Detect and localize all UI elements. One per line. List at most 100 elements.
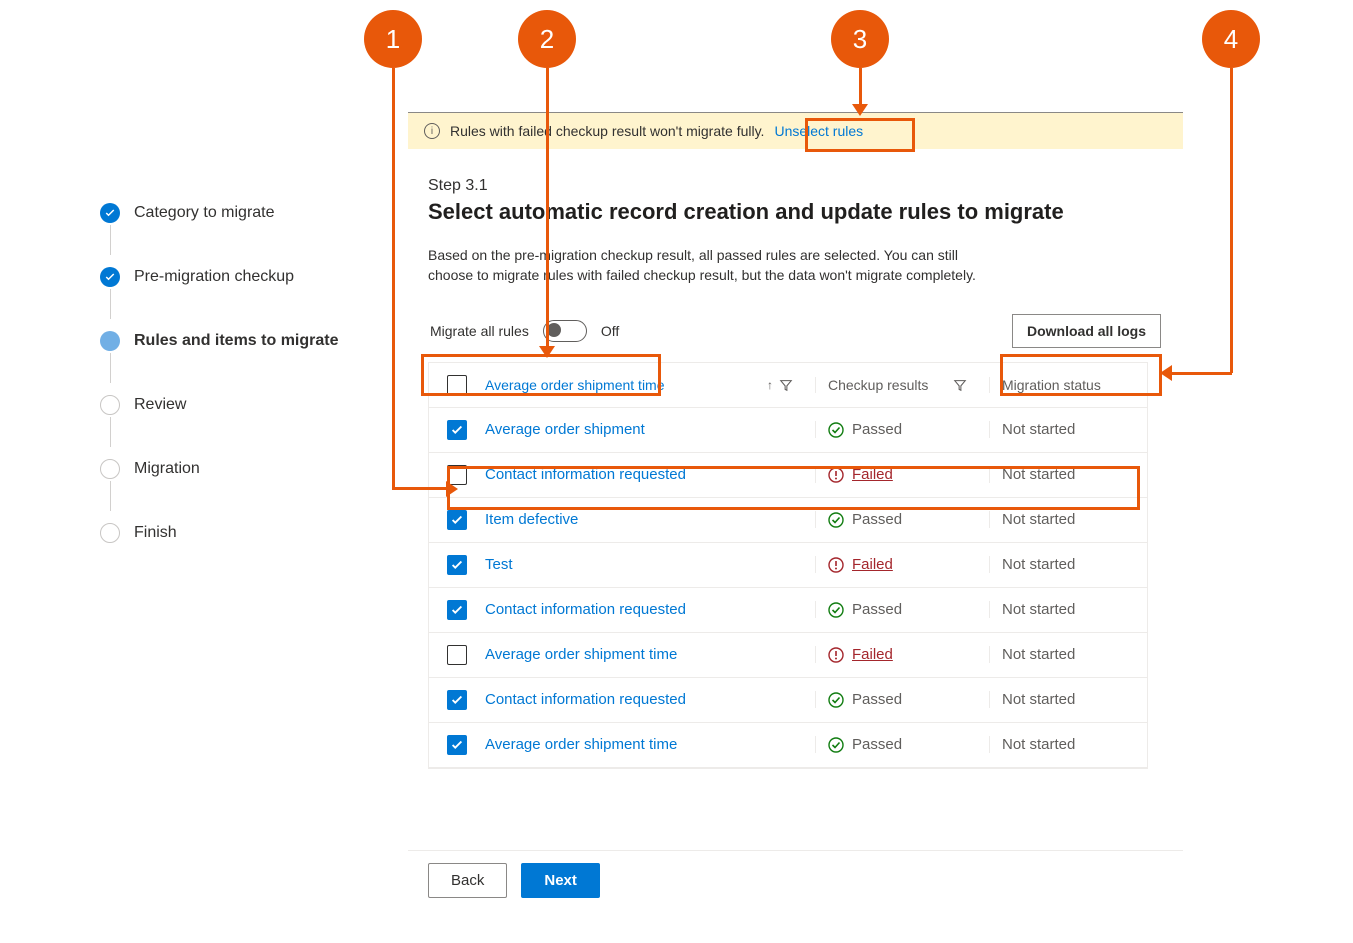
rule-name-link[interactable]: Item defective	[485, 511, 801, 528]
row-checkbox[interactable]	[447, 735, 467, 755]
callout-arrow-4-line	[1230, 68, 1233, 373]
checkup-result[interactable]: Failed	[815, 466, 975, 483]
row-checkbox[interactable]	[447, 690, 467, 710]
callout-1: 1	[364, 10, 422, 68]
column-header-result[interactable]: Checkup results	[815, 377, 975, 393]
download-all-logs-button[interactable]: Download all logs	[1012, 314, 1161, 348]
check-icon	[100, 203, 120, 223]
nav-item-category[interactable]: Category to migrate	[100, 195, 380, 231]
nav-item-review[interactable]: Review	[100, 387, 380, 423]
callout-arrow-1-head	[446, 481, 458, 497]
passed-icon	[828, 737, 844, 753]
table-row[interactable]: Average order shipment Passed Not starte…	[429, 408, 1147, 453]
callout-arrow-3-line	[859, 68, 862, 106]
migration-status: Not started	[989, 601, 1129, 618]
table-row[interactable]: Contact information requested Failed Not…	[429, 453, 1147, 498]
row-checkbox[interactable]	[447, 555, 467, 575]
table-row[interactable]: Average order shipment time Passed Not s…	[429, 723, 1147, 768]
nav-item-migration[interactable]: Migration	[100, 451, 380, 487]
rule-name-link[interactable]: Contact information requested	[485, 466, 801, 483]
pending-step-icon	[100, 523, 120, 543]
nav-label: Pre-migration checkup	[134, 268, 294, 286]
wizard-footer: Back Next	[408, 850, 1183, 910]
rule-name-link[interactable]: Contact information requested	[485, 601, 801, 618]
result-label: Passed	[852, 601, 902, 618]
failed-icon	[828, 557, 844, 573]
back-button[interactable]: Back	[428, 863, 507, 898]
callout-arrow-4-hline	[1172, 372, 1232, 375]
step-label: Step 3.1	[428, 177, 1163, 195]
rules-table: Average order shipment time ↑ Checkup re…	[428, 362, 1148, 769]
table-header: Average order shipment time ↑ Checkup re…	[429, 363, 1147, 408]
result-label: Passed	[852, 736, 902, 753]
column-header-name[interactable]: Average order shipment time ↑	[485, 377, 801, 393]
migration-status: Not started	[989, 646, 1129, 663]
callout-4: 4	[1202, 10, 1260, 68]
select-all-checkbox[interactable]	[447, 375, 467, 395]
row-checkbox-col	[447, 510, 471, 530]
row-checkbox-col	[447, 690, 471, 710]
info-icon: i	[424, 123, 440, 139]
failed-icon	[828, 467, 844, 483]
table-row[interactable]: Contact information requested Passed Not…	[429, 678, 1147, 723]
row-checkbox-col	[447, 420, 471, 440]
next-button[interactable]: Next	[521, 863, 600, 898]
callout-3: 3	[831, 10, 889, 68]
step-description: Based on the pre-migration checkup resul…	[428, 245, 988, 286]
row-checkbox[interactable]	[447, 600, 467, 620]
nav-label: Finish	[134, 524, 177, 542]
content-body: Step 3.1 Select automatic record creatio…	[408, 149, 1183, 769]
row-checkbox[interactable]	[447, 645, 467, 665]
info-bar: i Rules with failed checkup result won't…	[408, 113, 1183, 149]
select-all-checkbox-col	[447, 375, 471, 395]
rule-name-link[interactable]: Test	[485, 556, 801, 573]
table-row[interactable]: Contact information requested Passed Not…	[429, 588, 1147, 633]
migrate-all-toggle[interactable]	[543, 320, 587, 342]
sort-filter-icons[interactable]: ↑	[767, 378, 793, 392]
rule-name-link[interactable]: Average order shipment time	[485, 646, 801, 663]
callout-arrow-3-head	[852, 104, 868, 116]
filter-icon[interactable]	[779, 378, 793, 392]
table-row[interactable]: Average order shipment time Failed Not s…	[429, 633, 1147, 678]
callout-arrow-2-head	[539, 346, 555, 358]
checkup-result[interactable]: Failed	[815, 646, 975, 663]
passed-icon	[828, 422, 844, 438]
nav-label: Migration	[134, 460, 200, 478]
check-icon	[100, 267, 120, 287]
column-header-status[interactable]: Migration status	[989, 377, 1129, 393]
nav-item-finish[interactable]: Finish	[100, 515, 380, 551]
migration-status: Not started	[989, 421, 1129, 438]
checkup-result: Passed	[815, 601, 975, 618]
rule-name-link[interactable]: Average order shipment time	[485, 736, 801, 753]
toggle-label: Migrate all rules	[430, 323, 529, 339]
failed-icon	[828, 647, 844, 663]
row-checkbox-col	[447, 735, 471, 755]
checkup-result: Passed	[815, 511, 975, 528]
filter-icon[interactable]	[953, 378, 967, 392]
migration-status: Not started	[989, 511, 1129, 528]
unselect-rules-link[interactable]: Unselect rules	[774, 123, 863, 139]
rule-name-link[interactable]: Contact information requested	[485, 691, 801, 708]
rule-name-link[interactable]: Average order shipment	[485, 421, 801, 438]
checkup-result[interactable]: Failed	[815, 556, 975, 573]
info-text: Rules with failed checkup result won't m…	[450, 123, 764, 139]
step-title: Select automatic record creation and upd…	[428, 199, 1163, 225]
result-label[interactable]: Failed	[852, 466, 893, 483]
toggle-state: Off	[601, 323, 619, 339]
row-checkbox[interactable]	[447, 510, 467, 530]
sort-asc-icon[interactable]: ↑	[767, 378, 773, 392]
callout-arrow-1-hline	[392, 487, 446, 490]
checkup-result: Passed	[815, 691, 975, 708]
result-label: Passed	[852, 511, 902, 528]
checkup-result: Passed	[815, 421, 975, 438]
result-label[interactable]: Failed	[852, 646, 893, 663]
migration-status: Not started	[989, 466, 1129, 483]
table-row[interactable]: Test Failed Not started	[429, 543, 1147, 588]
nav-item-precheck[interactable]: Pre-migration checkup	[100, 259, 380, 295]
result-label: Passed	[852, 421, 902, 438]
row-checkbox[interactable]	[447, 420, 467, 440]
result-label[interactable]: Failed	[852, 556, 893, 573]
pending-step-icon	[100, 459, 120, 479]
nav-item-rules[interactable]: Rules and items to migrate	[100, 323, 380, 359]
table-row[interactable]: Item defective Passed Not started	[429, 498, 1147, 543]
